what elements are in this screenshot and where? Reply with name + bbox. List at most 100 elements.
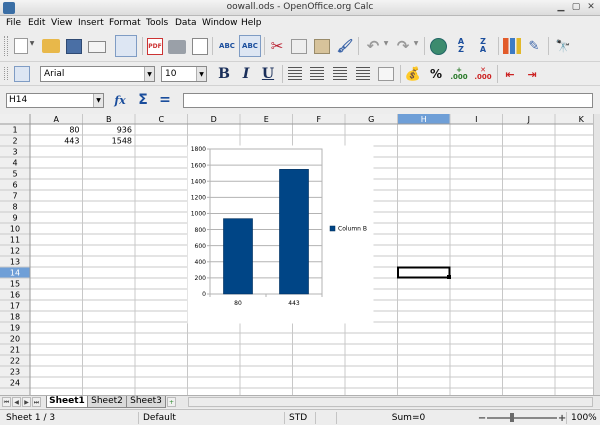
row-header-19[interactable]: 19: [10, 324, 20, 333]
export-pdf-icon[interactable]: PDF: [147, 38, 163, 55]
open-folder-icon[interactable]: [42, 39, 60, 53]
tab-sheet2[interactable]: Sheet2: [87, 396, 127, 408]
minimize-icon[interactable]: ▁: [555, 2, 567, 14]
vertical-scrollbar[interactable]: [593, 114, 600, 395]
toolbar-grip[interactable]: [4, 67, 8, 80]
add-decimal-icon[interactable]: + .000: [450, 66, 468, 82]
column-header-j[interactable]: J: [527, 115, 530, 124]
chevron-down-icon[interactable]: ▼: [144, 67, 154, 81]
function-icon[interactable]: =: [158, 92, 172, 108]
cut-icon[interactable]: ✂: [268, 37, 286, 55]
row-header-8[interactable]: 8: [12, 203, 17, 212]
page-preview-icon[interactable]: [192, 38, 208, 55]
row-header-14[interactable]: 14: [10, 269, 20, 278]
show-draw-functions-icon[interactable]: ✎: [526, 38, 542, 55]
column-header-e[interactable]: E: [264, 115, 269, 124]
column-header-h[interactable]: H: [421, 115, 427, 124]
find-icon[interactable]: 🔭: [554, 38, 572, 54]
row-header-15[interactable]: 15: [10, 280, 20, 289]
cell-b1[interactable]: 936: [117, 126, 132, 135]
function-wizard-icon[interactable]: fx: [111, 92, 129, 108]
row-header-21[interactable]: 21: [10, 346, 20, 355]
menu-tools[interactable]: Tools: [146, 18, 168, 28]
percent-format-icon[interactable]: %: [428, 66, 444, 82]
spellcheck-icon[interactable]: ABC: [217, 37, 237, 54]
chart-bar[interactable]: [279, 169, 309, 295]
autospellcheck-icon[interactable]: ABC: [239, 35, 261, 57]
align-left-icon[interactable]: [288, 67, 302, 81]
spreadsheet-area[interactable]: A B C D E F G H I J K 1 2 3 4 5 6 7 8 9 10 11 12 13 14 15 16 17 18 19…: [0, 114, 593, 395]
menu-help[interactable]: Help: [241, 18, 262, 28]
menu-window[interactable]: Window: [202, 18, 238, 28]
row-header-7[interactable]: 7: [12, 192, 17, 201]
sort-descending-icon[interactable]: ZA: [474, 37, 492, 55]
selection-mode[interactable]: STD: [284, 412, 314, 424]
align-right-icon[interactable]: [333, 67, 347, 81]
italic-button[interactable]: I: [238, 66, 254, 82]
fill-handle[interactable]: [447, 275, 451, 279]
row-header-18[interactable]: 18: [10, 313, 20, 322]
column-header-k[interactable]: K: [579, 115, 585, 124]
row-header-5[interactable]: 5: [12, 170, 17, 179]
first-sheet-icon[interactable]: ⏮: [2, 397, 11, 407]
previous-sheet-icon[interactable]: ◀: [12, 397, 21, 407]
cell-b2[interactable]: 1548: [112, 137, 132, 146]
chart-bar[interactable]: [223, 218, 253, 295]
clone-formatting-icon[interactable]: 🖌: [336, 38, 354, 55]
new-document-icon[interactable]: [14, 38, 28, 54]
sum-display[interactable]: Sum=0: [336, 412, 476, 424]
formula-input[interactable]: [183, 93, 593, 108]
row-header-20[interactable]: 20: [10, 335, 20, 344]
cell-a2[interactable]: 443: [64, 137, 79, 146]
new-dropdown-icon[interactable]: ▼: [29, 40, 35, 47]
increase-indent-icon[interactable]: ⇥: [524, 67, 540, 81]
row-header-22[interactable]: 22: [10, 357, 20, 366]
column-header-f[interactable]: F: [316, 115, 321, 124]
row-header-9[interactable]: 9: [12, 214, 17, 223]
paste-icon[interactable]: [314, 39, 330, 54]
tab-sheet1[interactable]: Sheet1: [46, 396, 88, 408]
bold-button[interactable]: B: [216, 66, 232, 82]
email-icon[interactable]: [88, 41, 106, 53]
column-header-c[interactable]: C: [158, 115, 164, 124]
align-center-icon[interactable]: [310, 67, 324, 81]
menu-file[interactable]: File: [6, 18, 21, 28]
row-header-2[interactable]: 2: [12, 137, 17, 146]
row-header-4[interactable]: 4: [12, 159, 17, 168]
horizontal-scrollbar[interactable]: [188, 397, 593, 407]
toolbar-grip[interactable]: [4, 36, 8, 56]
row-header-16[interactable]: 16: [10, 291, 20, 300]
column-header-i[interactable]: I: [475, 115, 477, 124]
font-name-field[interactable]: Arial ▼: [40, 66, 155, 82]
print-icon[interactable]: [168, 40, 186, 54]
sum-icon[interactable]: Σ: [135, 92, 151, 108]
chart-icon[interactable]: [503, 38, 521, 54]
column-header-a[interactable]: A: [54, 115, 60, 124]
zoom-in-icon[interactable]: +: [558, 413, 566, 424]
hyperlink-icon[interactable]: [430, 38, 447, 55]
zoom-level[interactable]: 100%: [566, 412, 597, 424]
menu-data[interactable]: Data: [175, 18, 197, 28]
column-header-b[interactable]: B: [106, 115, 112, 124]
row-header-3[interactable]: 3: [12, 148, 17, 157]
tab-sheet3[interactable]: Sheet3: [126, 396, 166, 408]
row-header-10[interactable]: 10: [10, 225, 20, 234]
merge-cells-icon[interactable]: [378, 67, 394, 81]
currency-format-icon[interactable]: 💰: [405, 66, 421, 82]
page-style[interactable]: Default: [138, 412, 283, 424]
underline-button[interactable]: U: [260, 66, 276, 82]
zoom-slider-handle[interactable]: [510, 413, 514, 422]
styles-formatting-icon[interactable]: [14, 66, 30, 82]
chevron-down-icon[interactable]: ▼: [93, 94, 103, 107]
row-header-1[interactable]: 1: [12, 126, 17, 135]
undo-dropdown-icon[interactable]: ▼: [383, 40, 389, 47]
add-sheet-icon[interactable]: +: [167, 397, 176, 407]
row-header-23[interactable]: 23: [10, 368, 20, 377]
column-header-g[interactable]: G: [368, 115, 374, 124]
menu-format[interactable]: Format: [109, 18, 141, 28]
row-header-24[interactable]: 24: [10, 379, 20, 388]
sort-ascending-icon[interactable]: AZ: [452, 37, 470, 55]
row-header-6[interactable]: 6: [12, 181, 17, 190]
close-icon[interactable]: ✕: [585, 2, 597, 14]
name-box[interactable]: H14 ▼: [6, 93, 104, 108]
